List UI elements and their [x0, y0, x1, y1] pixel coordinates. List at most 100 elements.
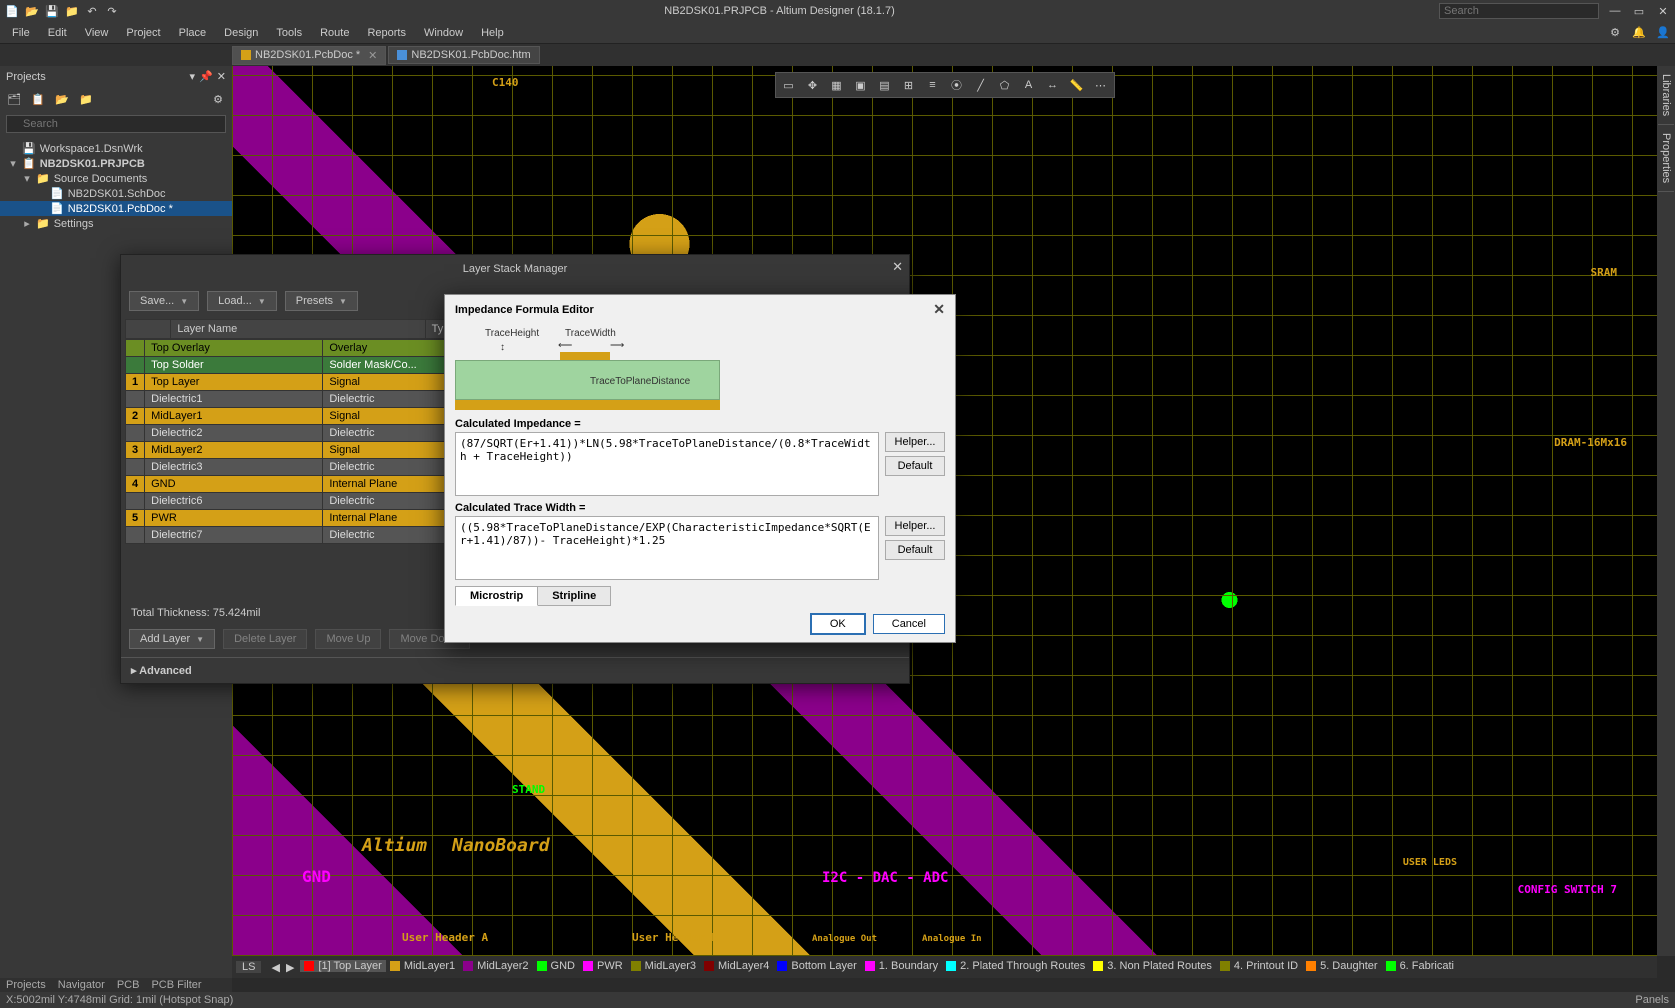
board-icon[interactable]: ▣ — [850, 75, 872, 95]
tree-row[interactable]: 📄NB2DSK01.PcbDoc * — [0, 201, 232, 216]
select-icon[interactable]: ▭ — [778, 75, 800, 95]
lsm-presets-button[interactable]: Presets▼ — [285, 291, 358, 311]
menu-window[interactable]: Window — [416, 25, 471, 41]
lsm-close-icon[interactable]: ✕ — [892, 259, 903, 275]
grid-icon[interactable]: ⊞ — [898, 75, 920, 95]
align-icon[interactable]: ≡ — [922, 75, 944, 95]
layer-tab[interactable]: [1] Top Layer — [300, 960, 385, 972]
menu-edit[interactable]: Edit — [40, 25, 75, 41]
menu-design[interactable]: Design — [216, 25, 266, 41]
minimize-icon[interactable]: — — [1607, 3, 1623, 19]
menu-view[interactable]: View — [77, 25, 117, 41]
maximize-icon[interactable]: ▭ — [1631, 3, 1647, 19]
lsm-load-button[interactable]: Load...▼ — [207, 291, 277, 311]
close-panel-icon[interactable]: ✕ — [217, 70, 226, 83]
track-icon[interactable]: ╱ — [970, 75, 992, 95]
ife-tab-stripline[interactable]: Stripline — [538, 586, 611, 606]
paste-icon[interactable]: ▤ — [874, 75, 896, 95]
ife-helper-button[interactable]: Helper... — [885, 432, 945, 452]
menu-help[interactable]: Help — [473, 25, 512, 41]
text-icon[interactable]: A — [1018, 75, 1040, 95]
lsm-move-up-button[interactable]: Move Up — [315, 629, 381, 649]
side-tab-libraries[interactable]: Libraries — [1658, 66, 1674, 125]
move-icon[interactable]: ✥ — [802, 75, 824, 95]
layer-tab[interactable]: MidLayer3 — [627, 960, 700, 972]
dropdown-icon[interactable]: ▾ — [190, 70, 196, 83]
layer-tab[interactable]: PWR — [579, 960, 627, 972]
bell-icon[interactable]: 🔔 — [1631, 25, 1647, 41]
layer-prev-icon[interactable]: ◀ — [271, 961, 279, 974]
user-icon[interactable]: 👤 — [1655, 25, 1671, 41]
layer-set-button[interactable]: LS — [236, 961, 261, 973]
layer-tab[interactable]: MidLayer2 — [459, 960, 532, 972]
folder-open-icon[interactable]: 📂 — [54, 91, 70, 107]
open-project-icon[interactable]: 📁 — [64, 3, 80, 19]
tree-row[interactable]: 💾Workspace1.DsnWrk — [0, 141, 232, 156]
ife-helper-button-2[interactable]: Helper... — [885, 516, 945, 536]
redo-icon[interactable]: ↷ — [104, 3, 120, 19]
ife-ok-button[interactable]: OK — [811, 614, 865, 634]
more-icon[interactable]: ⋯ — [1090, 75, 1112, 95]
ife-cancel-button[interactable]: Cancel — [873, 614, 945, 634]
projects-search-input[interactable] — [6, 115, 226, 133]
pin-icon[interactable]: 📌 — [199, 70, 213, 83]
dimension-icon[interactable]: ↔ — [1042, 75, 1064, 95]
global-search-input[interactable] — [1439, 3, 1599, 19]
layer-tab[interactable]: 1. Boundary — [861, 960, 942, 972]
tree-row[interactable]: ▾📁Source Documents — [0, 171, 232, 186]
project-icon[interactable]: 📋 — [30, 91, 46, 107]
ife-calc-imp-input[interactable] — [455, 432, 879, 496]
panel-tab-pcb[interactable]: PCB — [117, 979, 140, 991]
menu-place[interactable]: Place — [171, 25, 215, 41]
layer-tab[interactable]: 5. Daughter — [1302, 960, 1381, 972]
ife-default-button[interactable]: Default — [885, 456, 945, 476]
layer-tab[interactable]: MidLayer4 — [700, 960, 773, 972]
save-icon[interactable]: 💾 — [44, 3, 60, 19]
ife-default-button-2[interactable]: Default — [885, 540, 945, 560]
via-icon[interactable]: ⦿ — [946, 75, 968, 95]
ife-calc-tw-input[interactable] — [455, 516, 879, 580]
lsm-save-button[interactable]: Save...▼ — [129, 291, 199, 311]
polygon-icon[interactable]: ⬠ — [994, 75, 1016, 95]
open-icon[interactable]: 📂 — [24, 3, 40, 19]
gear-icon[interactable]: ⚙ — [1607, 25, 1623, 41]
new-icon[interactable]: 📄 — [4, 3, 20, 19]
layer-tab[interactable]: 2. Plated Through Routes — [942, 960, 1089, 972]
layer-next-icon[interactable]: ▶ — [286, 961, 294, 974]
side-tab-properties[interactable]: Properties — [1658, 125, 1674, 192]
menu-project[interactable]: Project — [118, 25, 168, 41]
layer-tab[interactable]: GND — [533, 960, 579, 972]
panel-tab-navigator[interactable]: Navigator — [58, 979, 105, 991]
menu-file[interactable]: File — [4, 25, 38, 41]
layer-tab[interactable]: Bottom Layer — [773, 960, 860, 972]
panels-button[interactable]: Panels — [1635, 994, 1669, 1006]
lsm-add-layer-button[interactable]: Add Layer▼ — [129, 629, 215, 649]
close-icon[interactable]: ✕ — [1655, 3, 1671, 19]
lsm-delete-layer-button[interactable]: Delete Layer — [223, 629, 307, 649]
panel-tab-projects[interactable]: Projects — [6, 979, 46, 991]
ife-tab-microstrip[interactable]: Microstrip — [455, 586, 538, 606]
ife-close-icon[interactable]: ✕ — [933, 301, 945, 318]
filter-icon[interactable]: ▦ — [826, 75, 848, 95]
menu-reports[interactable]: Reports — [359, 25, 414, 41]
menu-route[interactable]: Route — [312, 25, 357, 41]
tree-row[interactable]: ▸📁Settings — [0, 216, 232, 231]
measure-icon[interactable]: 📏 — [1066, 75, 1088, 95]
doc-tab-2[interactable]: NB2DSK01.PcbDoc.htm — [388, 46, 539, 64]
global-search[interactable] — [1439, 3, 1599, 19]
lsm-advanced-toggle[interactable]: ▸ Advanced — [121, 657, 909, 683]
menu-tools[interactable]: Tools — [268, 25, 310, 41]
lsm-col-header[interactable] — [126, 320, 171, 339]
tree-row[interactable]: ▾📋NB2DSK01.PRJPCB — [0, 156, 232, 171]
close-tab-icon[interactable]: ✕ — [368, 49, 377, 62]
gear-icon[interactable]: ⚙ — [210, 91, 226, 107]
tree-row[interactable]: 📄NB2DSK01.SchDoc — [0, 186, 232, 201]
layer-tab[interactable]: 4. Printout ID — [1216, 960, 1302, 972]
undo-icon[interactable]: ↶ — [84, 3, 100, 19]
lsm-col-header[interactable]: Layer Name — [171, 320, 425, 339]
layer-tab[interactable]: 3. Non Plated Routes — [1089, 960, 1216, 972]
workspace-icon[interactable]: 🗂 — [6, 91, 22, 107]
layer-tab[interactable]: MidLayer1 — [386, 960, 459, 972]
panel-tab-pcb-filter[interactable]: PCB Filter — [151, 979, 201, 991]
doc-tab-1[interactable]: NB2DSK01.PcbDoc * ✕ — [232, 46, 386, 65]
